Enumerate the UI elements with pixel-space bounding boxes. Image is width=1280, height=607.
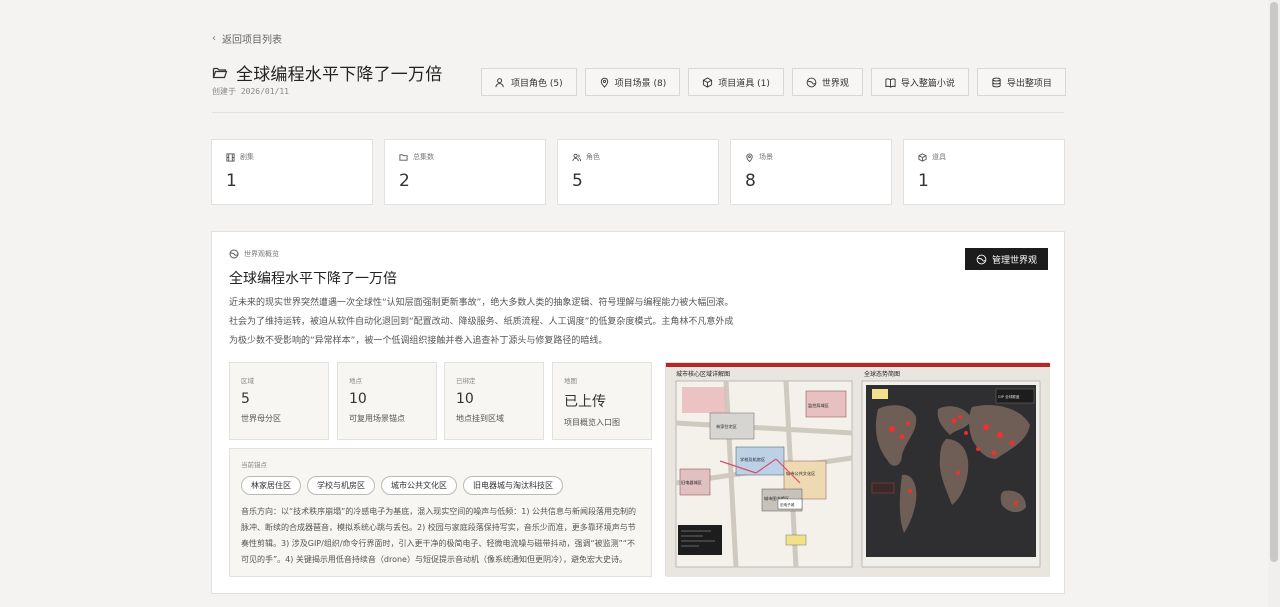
- location-card: 地点 10 可复用场景锚点: [337, 362, 437, 440]
- scrollbar-thumb[interactable]: [1270, 2, 1278, 562]
- folder-icon: [399, 153, 408, 161]
- book-icon: [885, 77, 896, 88]
- map-pin-icon: [600, 77, 608, 88]
- stat-card-episodes: 剧集 1: [211, 139, 373, 205]
- back-label: 返回项目列表: [222, 35, 282, 46]
- map-right-title: 全球态势简图: [864, 370, 900, 378]
- worldview-section-text: 世界观概览: [244, 250, 279, 258]
- manage-worldview-button[interactable]: 管理世界观: [964, 248, 1048, 270]
- card-value: 10: [349, 391, 367, 407]
- project-props-label: 项目道具 (1): [718, 78, 770, 89]
- page-title: 全球编程水平下降了一万倍: [236, 65, 443, 85]
- project-header: 全球编程水平下降了一万倍: [212, 60, 442, 85]
- stat-value: 1: [226, 171, 237, 191]
- world-map-image[interactable]: 城市核心区域详解图 全球态势简图 林家住宅区 学校及机房区 城市公共文化区 城市…: [665, 362, 1050, 577]
- anchor-chip[interactable]: 旧电器城与淘汰科技区: [463, 476, 563, 495]
- card-sub: 可复用场景锚点: [349, 414, 405, 423]
- map-card: 地图 已上传 项目概览入口图: [552, 362, 652, 440]
- export-project-label: 导出整项目: [1006, 78, 1052, 89]
- anchor-chip[interactable]: 学校与机房区: [307, 476, 375, 495]
- worldview-panel: 世界观概览 全球编程水平下降了一万倍 管理世界观 近未来的现实世界突然遭遇一次全…: [211, 231, 1065, 594]
- anchor-chips: 林家居住区 学校与机房区 城市公共文化区 旧电器城与淘汰科技区: [241, 476, 640, 495]
- worldview-title: 全球编程水平下降了一万倍: [229, 271, 397, 287]
- header-divider: [212, 112, 1064, 113]
- worldview-description: 近未来的现实世界突然遭遇一次全球性“认知层面强制更新事故”，绝大多数人类的抽象逻…: [229, 298, 734, 346]
- card-value: 5: [241, 391, 250, 407]
- project-actions: 项目角色 (5) 项目场景 (8) 项目道具 (1) 世界观 导入整篇小说 导出…: [481, 68, 1066, 96]
- box-icon: [703, 76, 713, 88]
- map-pin-icon: [746, 153, 753, 162]
- stat-label: 总集数: [413, 153, 434, 161]
- stat-card-scenes: 场景 8: [730, 139, 892, 205]
- stat-label: 场景: [759, 153, 773, 161]
- film-icon: [226, 152, 235, 162]
- folder-open-icon: [212, 67, 228, 78]
- database-icon: [992, 77, 1001, 87]
- stat-card-characters: 角色 5: [557, 139, 719, 205]
- worldview-section-label: 世界观概览: [229, 249, 279, 259]
- card-sub: 地点挂到区域: [456, 414, 504, 423]
- stat-value: 1: [918, 171, 929, 191]
- card-value: 10: [456, 391, 474, 407]
- stat-label: 道具: [932, 153, 946, 161]
- export-project-button[interactable]: 导出整项目: [976, 68, 1066, 96]
- stat-value: 5: [572, 171, 583, 191]
- stat-value: 2: [399, 171, 410, 191]
- users-icon: [495, 77, 504, 87]
- project-page: ‹ 返回项目列表 全球编程水平下降了一万倍 创建于 2026/01/11 项目角…: [0, 0, 1280, 607]
- created-date: 创建于 2026/01/11: [212, 87, 289, 96]
- card-sub: 项目概览入口图: [564, 418, 620, 427]
- stat-card-props: 道具 1: [903, 139, 1065, 205]
- worldview-button[interactable]: 世界观: [791, 68, 863, 96]
- import-novel-label: 导入整篇小说: [900, 78, 955, 89]
- anchors-label: 当前锚点: [241, 461, 267, 469]
- card-label: 地点: [349, 377, 362, 385]
- card-label: 地图: [564, 377, 577, 385]
- district-label: 林家住宅区: [716, 423, 737, 430]
- project-scenes-label: 项目场景 (8): [614, 78, 667, 89]
- scrollbar[interactable]: [1268, 0, 1280, 607]
- globe-icon: [976, 254, 987, 264]
- project-props-button[interactable]: 项目道具 (1): [688, 68, 784, 96]
- chevron-left-icon: ‹: [212, 33, 216, 44]
- project-roles-button[interactable]: 项目角色 (5): [481, 68, 577, 96]
- card-label: 已绑定: [456, 377, 476, 385]
- manage-worldview-label: 管理世界观: [991, 255, 1037, 266]
- anchors-box: 当前锚点 林家居住区 学校与机房区 城市公共文化区 旧电器城与淘汰科技区 音乐方…: [229, 448, 652, 577]
- district-label: 旧电器城区: [681, 479, 702, 486]
- stat-label: 角色: [586, 153, 600, 161]
- card-label: 区域: [241, 377, 254, 385]
- bound-card: 已绑定 10 地点挂到区域: [444, 362, 544, 440]
- region-card: 区域 5 世界母分区: [229, 362, 329, 440]
- project-scenes-button[interactable]: 项目场景 (8): [584, 68, 681, 96]
- card-value: 已上传: [564, 394, 606, 410]
- map-illustration: 城市核心区域详解图 全球态势简图 林家住宅区 学校及机房区 城市公共文化区 城市…: [666, 363, 1050, 577]
- back-link[interactable]: ‹ 返回项目列表: [212, 31, 282, 46]
- stats-row: 剧集 1 总集数 2 角色 5 场景 8 道具 1: [211, 139, 1065, 205]
- stat-value: 8: [745, 171, 756, 191]
- globe-icon: [806, 77, 817, 87]
- box-icon: [918, 152, 927, 162]
- project-roles-label: 项目角色 (5): [511, 78, 563, 89]
- worldview-label: 世界观: [821, 78, 849, 89]
- anchor-chip[interactable]: 林家居住区: [241, 476, 301, 495]
- anchor-chip[interactable]: 城市公共文化区: [381, 476, 457, 495]
- district-label: 旧电子城: [780, 502, 795, 507]
- district-label: 监控局域区: [808, 402, 829, 409]
- district-label: 学校及机房区: [740, 456, 765, 463]
- users-icon: [572, 153, 581, 161]
- card-sub: 世界母分区: [241, 414, 281, 423]
- map-left-title: 城市核心区域详解图: [676, 370, 730, 378]
- import-novel-button[interactable]: 导入整篇小说: [870, 68, 969, 96]
- stat-card-total-episodes: 总集数 2: [384, 139, 546, 205]
- globe-icon: [229, 249, 239, 259]
- music-direction: 音乐方向：以“技术秩序崩塌”的冷感电子为基底，混入现实空间的噪声与低频：1) 公…: [241, 507, 637, 564]
- stat-label: 剧集: [240, 153, 254, 161]
- map-status: GIP 全球覆盖: [998, 394, 1020, 399]
